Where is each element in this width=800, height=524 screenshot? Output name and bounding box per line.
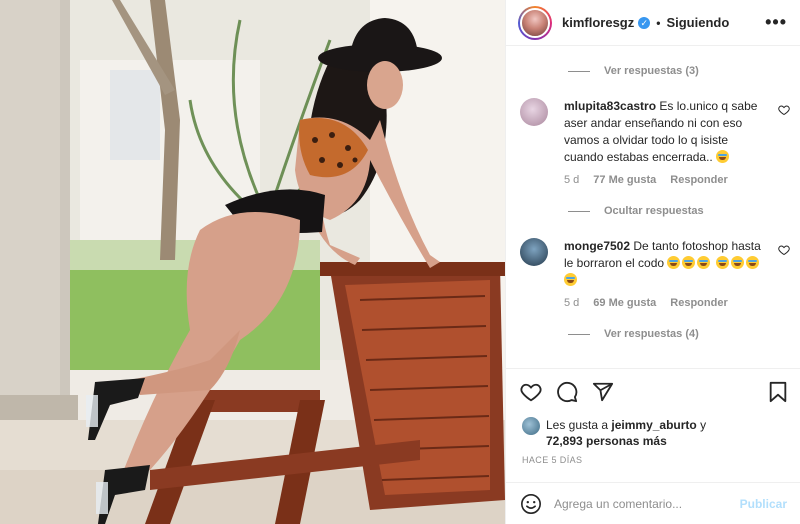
post-timestamp[interactable]: HACE 5 DÍAS: [522, 455, 582, 465]
comment-meta: 5 d 77 Me gusta Responder: [564, 174, 728, 186]
publish-button[interactable]: Publicar: [740, 497, 787, 511]
likes-summary: Les gusta a jeimmy_aburto y 72,893 perso…: [522, 417, 706, 449]
comment-icon[interactable]: [556, 381, 578, 403]
likes-text: Les gusta a jeimmy_aburto y 72,893 perso…: [546, 417, 706, 449]
laughing-emoji-icon: [564, 273, 577, 286]
comment-likes[interactable]: 77 Me gusta: [593, 174, 656, 186]
smile-icon[interactable]: [520, 493, 542, 515]
commenter-avatar[interactable]: [520, 238, 548, 266]
comment-age: 5 d: [564, 174, 580, 186]
comment-age: 5 d: [564, 297, 580, 309]
laughing-emoji-icon: [730, 256, 744, 269]
view-replies-toggle[interactable]: Ver respuestas (3): [568, 65, 699, 77]
header-separator: •: [656, 15, 661, 30]
laughing-emoji-icon: [667, 256, 681, 269]
like-comment-heart-icon[interactable]: [778, 244, 790, 256]
laughing-emoji-icon: [716, 150, 730, 163]
view-replies-label: Ver respuestas (4): [604, 328, 699, 340]
hide-replies-toggle[interactable]: Ocultar respuestas: [568, 205, 704, 217]
laughing-emoji-icon: [682, 256, 696, 269]
view-replies-label: Ver respuestas (3): [604, 65, 699, 77]
comment-likes[interactable]: 69 Me gusta: [593, 297, 656, 309]
comment-body: mlupita83castro Es lo.unico q sabe aser …: [564, 98, 764, 166]
likes-connector: y: [700, 418, 707, 432]
comment-meta: 5 d 69 Me gusta Responder: [564, 297, 728, 309]
laughing-emoji-icon: [715, 256, 729, 269]
author-avatar-image: [520, 7, 550, 38]
like-comment-heart-icon[interactable]: [778, 104, 790, 116]
commenter-username[interactable]: mlupita83castro: [564, 99, 656, 113]
comments-list[interactable]: Ver respuestas (3) mlupita83castro Es lo…: [506, 46, 800, 368]
comment-input[interactable]: [554, 496, 734, 511]
share-icon[interactable]: [592, 381, 614, 403]
verified-badge-icon: ✓: [638, 16, 651, 29]
view-replies-toggle[interactable]: Ver respuestas (4): [568, 328, 699, 340]
following-button[interactable]: Siguiendo: [666, 15, 729, 30]
post-side-panel: kimfloresgz ✓ • Siguiendo ••• Ver respue…: [505, 0, 800, 524]
action-icons: [520, 381, 614, 403]
hide-replies-label: Ocultar respuestas: [604, 205, 704, 217]
author-avatar[interactable]: [518, 5, 552, 40]
liker-username[interactable]: jeimmy_aburto: [611, 418, 696, 432]
likes-count[interactable]: 72,893 personas más: [546, 434, 667, 448]
replies-line: [568, 70, 590, 72]
likes-prefix: Les gusta a: [546, 418, 609, 432]
liker-avatar[interactable]: [522, 417, 540, 435]
heart-icon[interactable]: [520, 381, 542, 403]
replies-line: [568, 210, 590, 212]
reply-button[interactable]: Responder: [670, 174, 727, 186]
post-actions: Les gusta a jeimmy_aburto y 72,893 perso…: [506, 368, 800, 492]
more-options-icon[interactable]: •••: [765, 12, 787, 33]
laughing-emoji-icon: [697, 256, 711, 269]
add-comment-bar: Publicar: [506, 482, 800, 524]
laughing-emoji-icon: [745, 256, 759, 269]
commenter-avatar[interactable]: [520, 98, 548, 126]
comment-body: monge7502 De tanto fotoshop hasta le bor…: [564, 238, 764, 289]
commenter-username[interactable]: monge7502: [564, 239, 630, 253]
author-username[interactable]: kimfloresgz: [562, 15, 634, 30]
post-header: kimfloresgz ✓ • Siguiendo •••: [506, 0, 800, 46]
replies-line: [568, 333, 590, 335]
post-photo[interactable]: [0, 0, 505, 524]
bookmark-icon[interactable]: [767, 381, 789, 403]
reply-button[interactable]: Responder: [670, 297, 727, 309]
photo-illustration: [0, 0, 505, 524]
